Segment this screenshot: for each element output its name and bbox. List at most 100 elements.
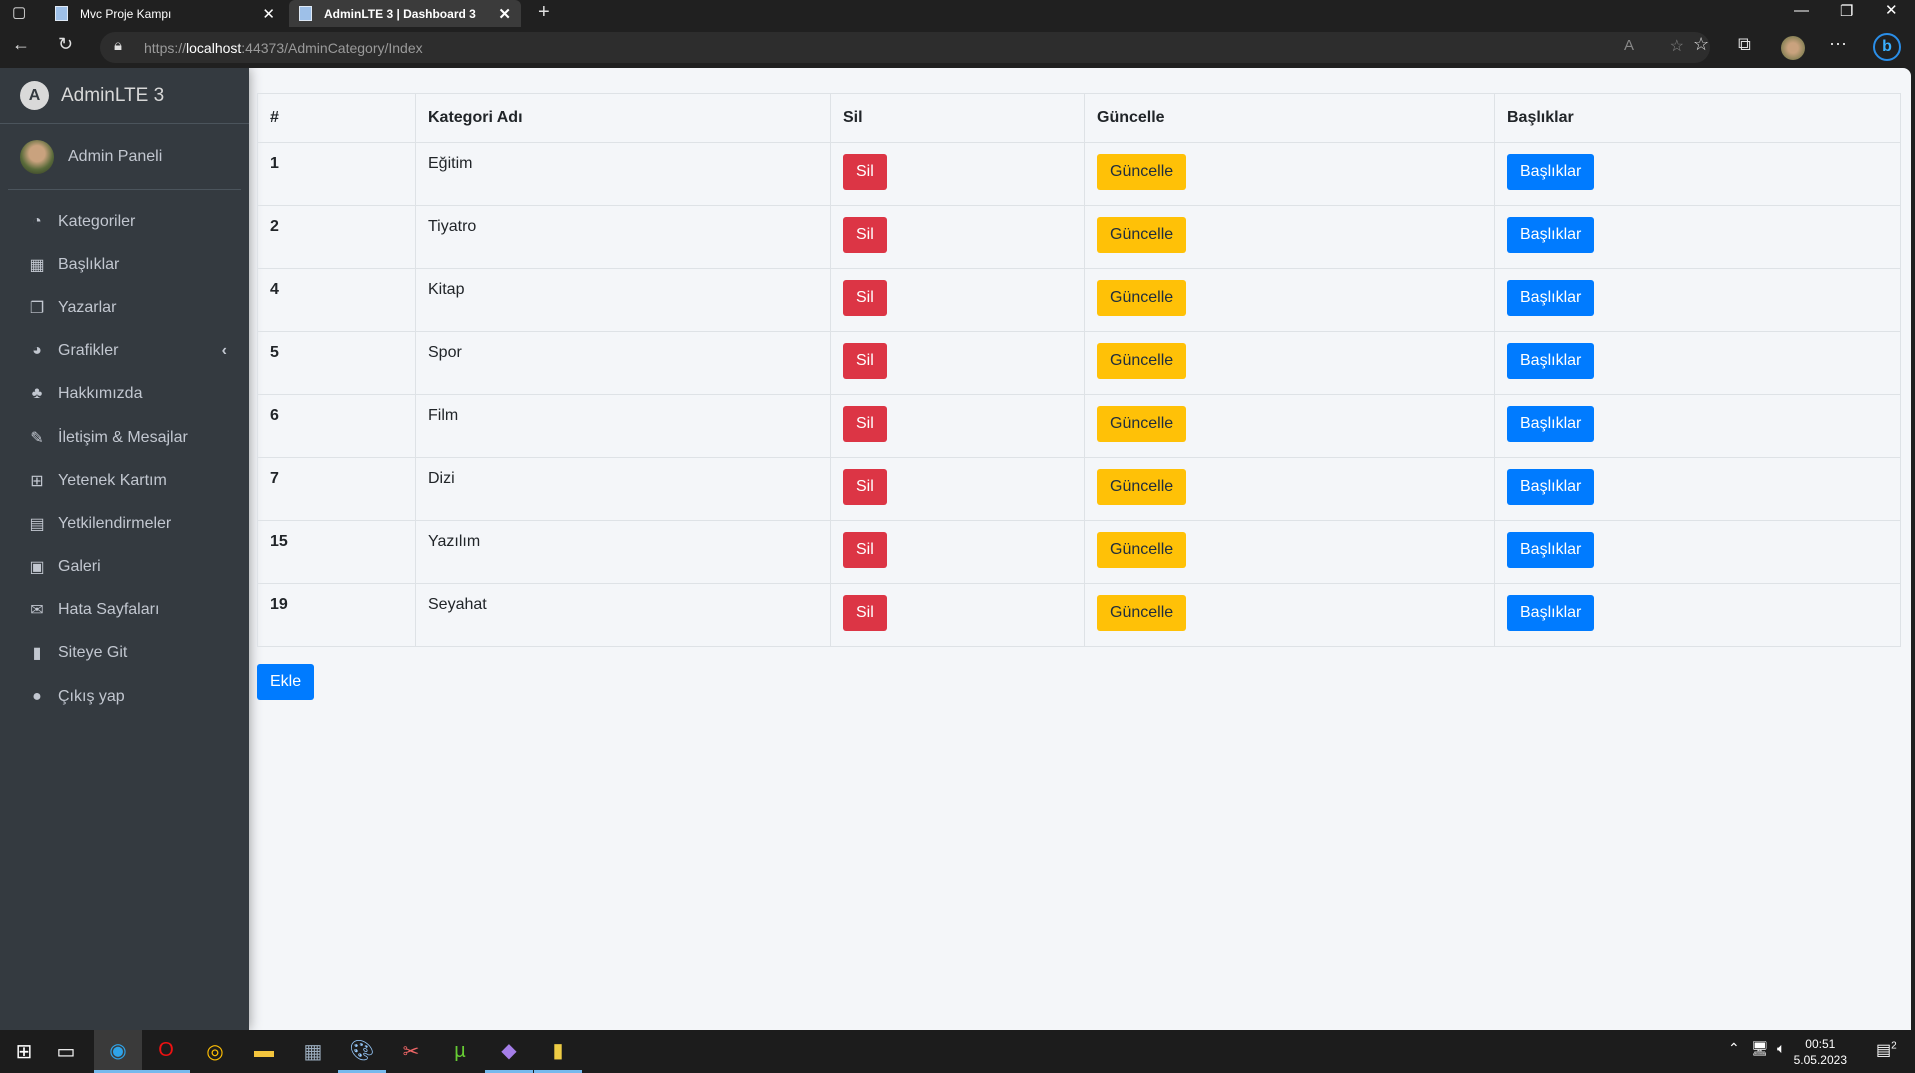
bing-icon[interactable]: b	[1873, 33, 1901, 61]
titles-button[interactable]: Başlıklar	[1507, 406, 1595, 442]
sidebar-item[interactable]: ▤ Yetkilendirmeler	[0, 502, 249, 545]
delete-button[interactable]: Sil	[843, 280, 887, 316]
tab-mvc-proje[interactable]: Mvc Proje Kampı ✕	[45, 0, 285, 27]
sidebar-item[interactable]: ⊞ Yetenek Kartım	[0, 459, 249, 502]
sidebar-item[interactable]: ❐ Yazarlar	[0, 286, 249, 329]
titles-button[interactable]: Başlıklar	[1507, 532, 1595, 568]
cell-titles: Başlıklar	[1494, 268, 1901, 332]
opera-icon[interactable]: O	[142, 1030, 190, 1073]
user-panel[interactable]: Admin Paneli	[8, 124, 241, 190]
calculator-icon[interactable]: ▦	[289, 1030, 337, 1073]
book-icon: ▮	[32, 645, 42, 663]
update-button[interactable]: Güncelle	[1097, 469, 1187, 505]
refresh-icon[interactable]: ↻	[58, 34, 73, 55]
profile-avatar[interactable]	[1781, 36, 1805, 60]
clock-time: 00:51	[1805, 1037, 1836, 1051]
update-button[interactable]: Güncelle	[1097, 595, 1187, 631]
titles-button[interactable]: Başlıklar	[1507, 595, 1595, 631]
notifications-icon[interactable]: ▤2	[1876, 1040, 1897, 1060]
update-button[interactable]: Güncelle	[1097, 406, 1187, 442]
collections-icon[interactable]: ⧉	[1738, 34, 1751, 55]
new-tab-icon[interactable]: +	[538, 1, 550, 24]
tab-adminlte[interactable]: AdminLTE 3 | Dashboard 3 ✕	[289, 0, 521, 27]
adminlte-logo: A	[20, 81, 49, 110]
restore-icon[interactable]: ❐	[1840, 2, 1853, 20]
start-icon[interactable]: ⊞	[0, 1030, 48, 1073]
volume-icon[interactable]: 🔈︎	[1777, 1040, 1785, 1057]
update-button[interactable]: Güncelle	[1097, 343, 1187, 379]
titles-button[interactable]: Başlıklar	[1507, 343, 1595, 379]
read-aloud-icon[interactable]: A	[1624, 37, 1634, 54]
paint-icon[interactable]: 🎨︎	[338, 1030, 386, 1073]
page-icon	[55, 6, 68, 21]
cell-name: Spor	[415, 331, 831, 395]
envelope-icon: ✉	[30, 602, 44, 620]
cell-titles: Başlıklar	[1494, 331, 1901, 395]
snipping-tool-icon[interactable]: ✂	[387, 1030, 435, 1073]
user-name: Admin Paneli	[68, 147, 163, 165]
sidebar-nav: ◔ Kategoriler ▦ Başlıklar ❐ Yazarlar ◕ Grafikle…	[0, 190, 249, 718]
delete-button[interactable]: Sil	[843, 595, 887, 631]
titles-button[interactable]: Başlıklar	[1507, 469, 1595, 505]
sidebar-item-label: Çıkış yap	[58, 687, 125, 705]
back-icon[interactable]: ←	[12, 34, 30, 55]
titles-button[interactable]: Başlıklar	[1507, 280, 1595, 316]
update-button[interactable]: Güncelle	[1097, 532, 1187, 568]
calendar-icon: ▤	[29, 515, 45, 533]
sidebar-item[interactable]: ● Çıkış yap	[0, 675, 249, 718]
add-favorite-icon[interactable]: ☆	[1670, 36, 1684, 56]
cell-delete: Sil	[830, 268, 1085, 332]
url-input[interactable]: 🔒︎ https://localhost:44373/AdminCategory…	[100, 32, 1710, 63]
update-button[interactable]: Güncelle	[1097, 217, 1187, 253]
edge-icon[interactable]: ◉	[94, 1030, 142, 1073]
sidebar-item[interactable]: ▣ Galeri	[0, 546, 249, 589]
update-button[interactable]: Güncelle	[1097, 154, 1187, 190]
sidebar-item[interactable]: ◕ Grafikler ‹	[0, 330, 249, 373]
brand-link[interactable]: A AdminLTE 3	[0, 68, 249, 124]
utorrent-icon[interactable]: µ	[436, 1030, 484, 1073]
sql-server-icon[interactable]: ▮	[534, 1030, 582, 1073]
grid-icon: ▦	[29, 256, 45, 274]
sidebar-item-label: Galeri	[58, 558, 101, 576]
brand-text: AdminLTE 3	[61, 84, 165, 106]
lock-icon: 🔒︎	[114, 37, 122, 54]
sidebar-item[interactable]: ◔ Kategoriler	[0, 200, 249, 243]
delete-button[interactable]: Sil	[843, 406, 887, 442]
delete-button[interactable]: Sil	[843, 154, 887, 190]
delete-button[interactable]: Sil	[843, 217, 887, 253]
favorites-icon[interactable]: ☆	[1693, 34, 1709, 55]
show-hidden-icons[interactable]: ⌃	[1728, 1040, 1740, 1057]
chevron-left-icon[interactable]: ‹	[222, 342, 227, 360]
delete-button[interactable]: Sil	[843, 343, 887, 379]
cell-update: Güncelle	[1084, 394, 1495, 458]
minimize-icon[interactable]: —	[1794, 2, 1809, 19]
sidebar-item-label: Siteye Git	[58, 644, 128, 662]
col-header-name: Kategori Adı	[415, 93, 831, 143]
add-category-button[interactable]: Ekle	[257, 664, 315, 700]
visual-studio-icon[interactable]: ◆	[485, 1030, 533, 1073]
sidebar-item[interactable]: ▮ Siteye Git	[0, 632, 249, 675]
cell-id: 5	[257, 331, 416, 395]
delete-button[interactable]: Sil	[843, 469, 887, 505]
tab-actions-icon[interactable]: ▢	[12, 3, 26, 21]
clock-date: 5.05.2023	[1793, 1053, 1847, 1067]
sidebar-item[interactable]: ♣ Hakkımızda	[0, 373, 249, 416]
close-tab-icon[interactable]: ✕	[498, 5, 511, 23]
update-button[interactable]: Güncelle	[1097, 280, 1187, 316]
file-explorer-icon[interactable]: ▬	[240, 1030, 288, 1073]
sidebar-item[interactable]: ▦ Başlıklar	[0, 243, 249, 286]
task-view-icon[interactable]: ▭	[42, 1030, 90, 1073]
main-content: # Kategori Adı Sil Güncelle Başlıklar 1 …	[257, 93, 1901, 700]
titles-button[interactable]: Başlıklar	[1507, 154, 1595, 190]
more-icon[interactable]: ⋯	[1829, 34, 1847, 55]
tab-title: Mvc Proje Kampı	[80, 6, 172, 21]
titles-button[interactable]: Başlıklar	[1507, 217, 1595, 253]
close-tab-icon[interactable]: ✕	[262, 5, 275, 23]
sidebar-item[interactable]: ✉ Hata Sayfaları	[0, 589, 249, 632]
delete-button[interactable]: Sil	[843, 532, 887, 568]
clock[interactable]: 00:51 5.05.2023	[1794, 1036, 1847, 1068]
sidebar-item[interactable]: ✎ İletişim & Mesajlar	[0, 416, 249, 459]
chrome-icon[interactable]: ◎	[191, 1030, 239, 1073]
network-icon[interactable]: 🖥︎	[1751, 1040, 1769, 1057]
close-window-icon[interactable]: ✕	[1885, 1, 1898, 19]
